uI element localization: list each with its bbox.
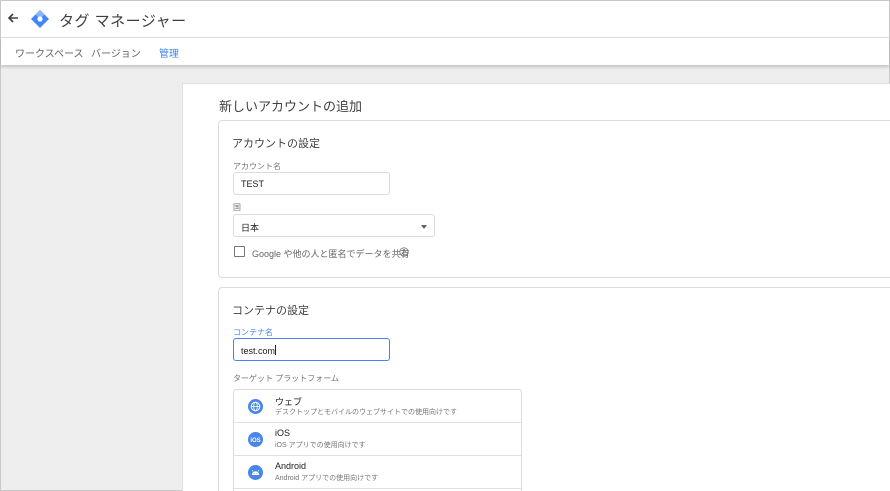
container-section-title: コンテナの設定 [232, 305, 309, 317]
platform-desc-android: Android アプリでの使用向けです [275, 475, 379, 482]
tab-bar: ワークスペース バージョン 管理 [1, 38, 889, 65]
svg-text:iOS: iOS [250, 438, 260, 444]
caret-down-icon [421, 225, 427, 229]
container-settings-section: コンテナの設定 コンテナ名 test.com ターゲット プラットフォーム ウェ… [218, 287, 890, 491]
country-select[interactable]: 日本 [233, 214, 435, 237]
country-label: 国 [233, 203, 241, 212]
target-platform-label: ターゲット プラットフォーム [233, 374, 339, 383]
arrow-back-icon[interactable] [5, 10, 21, 26]
tab-workspace[interactable]: ワークスペース [15, 45, 84, 60]
platform-item-web[interactable]: ウェブ デスクトップとモバイルのウェブサイトでの使用向けです [234, 390, 521, 423]
page-title: 新しいアカウントの追加 [219, 99, 363, 114]
platform-name-ios: iOS [275, 428, 291, 438]
platform-desc-ios: iOS アプリでの使用向けです [275, 442, 366, 449]
help-circle-icon[interactable] [399, 247, 409, 257]
country-select-value: 日本 [241, 223, 260, 233]
android-icon [248, 465, 263, 480]
platform-item-android[interactable]: Android Android アプリでの使用向けです [234, 456, 521, 489]
share-data-checkbox[interactable] [234, 246, 245, 257]
tab-admin[interactable]: 管理 [159, 45, 179, 60]
globe-icon [248, 399, 263, 414]
app-bar: タグ マネージャー [1, 1, 889, 38]
share-data-label: Google や他の人と匿名でデータを共有 [252, 249, 410, 259]
account-section-title: アカウントの設定 [232, 138, 320, 150]
container-name-value: test.com [241, 346, 276, 356]
container-name-label: コンテナ名 [233, 328, 273, 337]
account-settings-section: アカウントの設定 アカウント名 国 日本 Google や他の人と匿名でデータを… [218, 120, 890, 278]
platform-desc-web: デスクトップとモバイルのウェブサイトでの使用向けです [275, 409, 457, 416]
tab-versions[interactable]: バージョン [91, 45, 141, 60]
account-name-label: アカウント名 [233, 162, 281, 171]
container-name-input[interactable]: test.com [233, 338, 390, 361]
main-card: 新しいアカウントの追加 アカウントの設定 アカウント名 国 日本 Google … [182, 83, 890, 491]
text-cursor [275, 345, 277, 355]
platform-name-android: Android [275, 461, 307, 471]
platform-list: ウェブ デスクトップとモバイルのウェブサイトでの使用向けです iOS iOS i… [233, 389, 522, 491]
account-name-input[interactable] [233, 172, 390, 195]
ios-icon: iOS [248, 432, 263, 447]
app-title: タグ マネージャー [59, 13, 187, 30]
platform-item-ios[interactable]: iOS iOS iOS アプリでの使用向けです [234, 423, 521, 456]
tag-manager-logo-icon [31, 10, 49, 28]
